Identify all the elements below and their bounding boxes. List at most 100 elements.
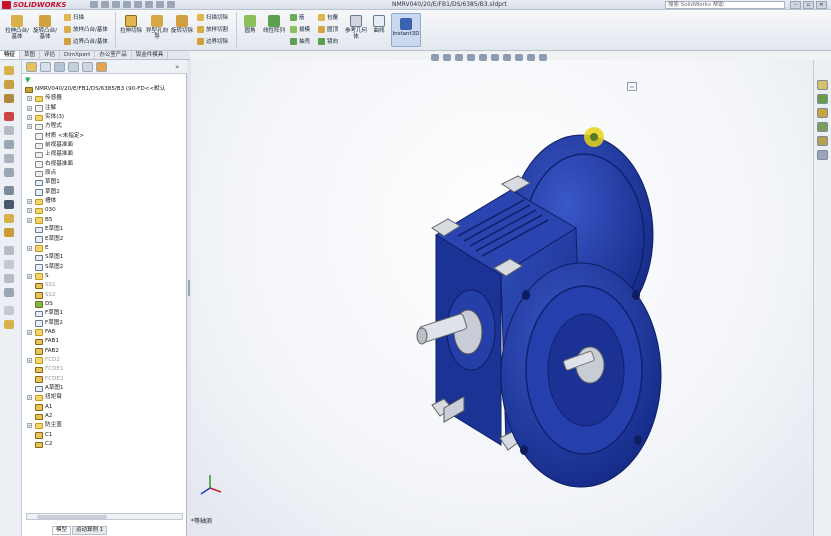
lofted-cut-button[interactable]: 放样切割 bbox=[197, 25, 228, 33]
help-search-input[interactable]: 搜索 SolidWorks 帮助 bbox=[665, 1, 785, 9]
dimxpert-manager-tab-icon[interactable] bbox=[68, 62, 79, 72]
expand-toggle-icon[interactable]: + bbox=[27, 208, 32, 214]
close-button[interactable]: ✕ bbox=[816, 1, 827, 9]
expand-toggle-icon[interactable]: + bbox=[27, 357, 32, 363]
tool-icon[interactable] bbox=[4, 228, 14, 237]
dome-button[interactable]: 圆顶 bbox=[318, 25, 338, 33]
tree-node[interactable]: A1 bbox=[22, 403, 187, 412]
loft-button[interactable]: 放样凸台/基体 bbox=[64, 25, 108, 33]
maximize-button[interactable]: ▫ bbox=[803, 1, 814, 9]
revolve-boss-button[interactable]: 旋转凸台/基体 bbox=[32, 15, 58, 40]
solidworks-resources-icon[interactable] bbox=[817, 80, 828, 90]
tree-node[interactable]: + E bbox=[22, 244, 187, 253]
tool-icon[interactable] bbox=[4, 94, 14, 103]
tab-sheet-metal[interactable]: 钣金件模具 bbox=[132, 51, 169, 59]
tree-node[interactable]: FCDE1 bbox=[22, 365, 187, 374]
tree-node[interactable]: FAB1 bbox=[22, 337, 187, 346]
tab-evaluate[interactable]: 评估 bbox=[40, 51, 61, 59]
save-icon[interactable] bbox=[112, 1, 120, 8]
tab-motion-study[interactable]: 运动算例 1 bbox=[72, 526, 108, 535]
tool-icon[interactable] bbox=[4, 140, 14, 149]
tool-icon[interactable] bbox=[4, 320, 14, 329]
tree-node[interactable]: + FA8 bbox=[22, 328, 187, 337]
expand-panel-icon[interactable]: » bbox=[175, 63, 179, 71]
tree-node[interactable]: +030 bbox=[22, 206, 187, 215]
tree-node[interactable]: E草图1 bbox=[22, 225, 187, 234]
previous-view-icon[interactable] bbox=[455, 54, 463, 61]
tree-node[interactable]: S草图2 bbox=[22, 263, 187, 272]
property-manager-tab-icon[interactable] bbox=[40, 62, 51, 72]
tree-node[interactable]: A2 bbox=[22, 412, 187, 421]
zoom-to-fit-icon[interactable] bbox=[431, 54, 439, 61]
rib-button[interactable]: 筋 bbox=[290, 13, 305, 21]
display-manager-tab-icon[interactable] bbox=[82, 62, 93, 72]
tree-node[interactable]: + 槽体 bbox=[22, 197, 187, 206]
mirror-button[interactable]: 镜向 bbox=[318, 37, 338, 45]
expand-toggle-icon[interactable]: + bbox=[27, 115, 32, 121]
tree-node[interactable]: 右视基准面 bbox=[22, 160, 187, 169]
tree-node[interactable]: 草图2 bbox=[22, 188, 187, 197]
expand-toggle-icon[interactable]: + bbox=[27, 217, 32, 223]
tree-node[interactable]: F草图1 bbox=[22, 309, 187, 318]
tool-icon[interactable] bbox=[4, 200, 14, 209]
instant3d-button[interactable]: Instant3D bbox=[391, 13, 421, 47]
tree-node[interactable]: + 实体(3) bbox=[22, 113, 187, 122]
edit-appearance-icon[interactable] bbox=[515, 54, 523, 61]
splitter-grip-icon[interactable] bbox=[188, 280, 190, 296]
linear-pattern-button[interactable]: 线性阵列 bbox=[262, 15, 286, 34]
tree-horizontal-scrollbar[interactable] bbox=[26, 513, 183, 520]
expand-toggle-icon[interactable]: + bbox=[27, 329, 32, 335]
cut-extrude-button[interactable]: 拉伸切除 bbox=[118, 15, 144, 34]
fillet-button[interactable]: 圆角 bbox=[239, 15, 261, 34]
undo-icon[interactable] bbox=[134, 1, 142, 8]
hide-show-icon[interactable] bbox=[503, 54, 511, 61]
new-icon[interactable] bbox=[90, 1, 98, 8]
tool-icon[interactable] bbox=[4, 288, 14, 297]
apply-scene-icon[interactable] bbox=[527, 54, 535, 61]
tool-icon[interactable] bbox=[4, 112, 14, 121]
expand-toggle-icon[interactable]: + bbox=[27, 395, 32, 401]
file-explorer-icon[interactable] bbox=[817, 108, 828, 118]
expand-toggle-icon[interactable]: + bbox=[27, 199, 32, 205]
boss-extrude-button[interactable]: 拉伸凸台/基体 bbox=[4, 15, 30, 40]
display-style-icon[interactable] bbox=[491, 54, 499, 61]
tree-node[interactable]: SS1 bbox=[22, 281, 187, 290]
tree-node[interactable]: + S bbox=[22, 272, 187, 281]
minimize-button[interactable]: – bbox=[790, 1, 801, 9]
tree-node[interactable]: C1 bbox=[22, 431, 187, 440]
worm-gearbox-model[interactable] bbox=[406, 120, 686, 510]
expand-toggle-icon[interactable]: + bbox=[27, 273, 32, 279]
scrollbar-thumb[interactable] bbox=[37, 515, 107, 519]
tree-node[interactable]: SS2 bbox=[22, 291, 187, 300]
expand-toggle-icon[interactable]: + bbox=[27, 245, 32, 251]
custom-properties-icon[interactable] bbox=[817, 150, 828, 160]
tree-node[interactable]: + FCD2 bbox=[22, 356, 187, 365]
feature-tree-tab-icon[interactable] bbox=[26, 62, 37, 72]
tree-node[interactable]: + B5 bbox=[22, 216, 187, 225]
tree-root-part[interactable]: NMRV040/20/E/FB1/DS/6385/B3 (90-FD<<默认 bbox=[22, 85, 187, 94]
tree-node[interactable]: 材质 <未指定> bbox=[22, 132, 187, 141]
tool-icon[interactable] bbox=[4, 66, 14, 75]
rebuild-icon[interactable] bbox=[156, 1, 164, 8]
tree-node[interactable]: FCDE2 bbox=[22, 375, 187, 384]
tool-icon[interactable] bbox=[4, 168, 14, 177]
tool-icon[interactable] bbox=[4, 306, 14, 315]
design-library-icon[interactable] bbox=[817, 94, 828, 104]
reference-geometry-button[interactable]: 参考几何体 bbox=[344, 15, 368, 40]
sweep-button[interactable]: 扫描 bbox=[64, 13, 84, 21]
options-icon[interactable] bbox=[167, 1, 175, 8]
wrap-button[interactable]: 包覆 bbox=[318, 13, 338, 21]
tree-node[interactable]: 原点 bbox=[22, 169, 187, 178]
tree-node[interactable]: DS bbox=[22, 300, 187, 309]
tab-model[interactable]: 模型 bbox=[52, 526, 72, 535]
curves-button[interactable]: 曲线 bbox=[369, 15, 389, 34]
configuration-manager-tab-icon[interactable] bbox=[54, 62, 65, 72]
tool-icon[interactable] bbox=[4, 126, 14, 135]
tool-icon[interactable] bbox=[4, 260, 14, 269]
boundary-boss-button[interactable]: 边界凸台/基体 bbox=[64, 37, 108, 45]
draft-button[interactable]: 拔模 bbox=[290, 25, 310, 33]
tab-sketch[interactable]: 草图 bbox=[20, 51, 41, 59]
hole-wizard-button[interactable]: 异型孔向导 bbox=[145, 15, 169, 40]
view-orientation-icon[interactable] bbox=[479, 54, 487, 61]
section-view-icon[interactable] bbox=[467, 54, 475, 61]
